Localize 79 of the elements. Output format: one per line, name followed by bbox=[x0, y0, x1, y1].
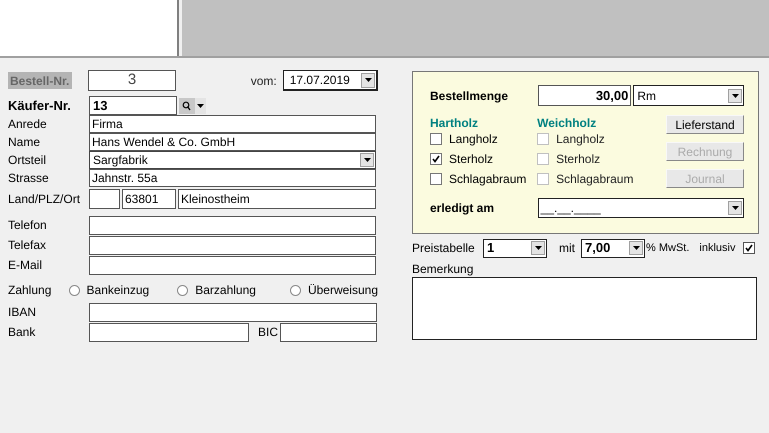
dropdown-button[interactable] bbox=[728, 201, 742, 215]
remark-field[interactable] bbox=[412, 277, 757, 340]
caret-icon bbox=[364, 158, 370, 162]
checkbox-label: Schlagabraum bbox=[449, 171, 526, 188]
field-label: Name bbox=[8, 134, 42, 151]
quantity-field[interactable]: 30,00 bbox=[538, 85, 632, 106]
city-field[interactable]: Kleinostheim bbox=[178, 188, 376, 208]
input-field[interactable]: Firma bbox=[89, 115, 376, 133]
order-number-label: Bestell-Nr. bbox=[8, 72, 72, 89]
checkbox-label: Langholz bbox=[556, 131, 605, 148]
order-number-field[interactable]: 3 bbox=[88, 70, 176, 91]
bic-field[interactable] bbox=[280, 322, 377, 342]
done-date-field[interactable]: __.__.____ bbox=[538, 198, 744, 218]
quantity-label: Bestellmenge bbox=[430, 88, 510, 104]
checkbox[interactable] bbox=[430, 153, 442, 165]
field-label: Anrede bbox=[8, 116, 48, 133]
checkbox-label: Sterholz bbox=[449, 151, 494, 168]
buyer-number-field[interactable]: 13 bbox=[89, 96, 177, 115]
caret-icon bbox=[534, 246, 542, 250]
checkbox-label: Schlagabraum bbox=[556, 171, 634, 188]
country-field[interactable] bbox=[89, 188, 120, 208]
radio-button[interactable] bbox=[290, 284, 301, 296]
radio-button[interactable] bbox=[68, 284, 80, 296]
action-button[interactable]: Lieferstand bbox=[666, 115, 744, 134]
dropdown-button[interactable] bbox=[531, 241, 545, 255]
radio-label: Überweisung bbox=[308, 282, 378, 299]
caret-icon bbox=[364, 78, 372, 82]
input-field[interactable]: Hans Wendel & Co. GmbH bbox=[89, 133, 376, 151]
vat-dropdown[interactable]: 7,00 bbox=[581, 238, 645, 258]
checkbox[interactable] bbox=[430, 133, 442, 145]
dropdown-button[interactable] bbox=[361, 72, 375, 88]
checkbox-label: Langholz bbox=[449, 131, 498, 148]
field-label: Bank bbox=[8, 324, 36, 341]
unit-dropdown[interactable]: Rm bbox=[633, 85, 744, 106]
field-label: Ortsteil bbox=[8, 152, 48, 169]
caret-icon bbox=[732, 94, 738, 98]
caret-icon bbox=[197, 104, 204, 108]
checkbox[interactable] bbox=[430, 173, 442, 185]
caret-icon bbox=[732, 206, 738, 210]
dropdown-button[interactable] bbox=[360, 153, 374, 167]
done-date-label: erledigt am bbox=[430, 200, 496, 217]
field-label: E-Mail bbox=[8, 257, 44, 274]
vat-label: % MwSt. bbox=[646, 240, 690, 256]
dropdown-button[interactable] bbox=[728, 88, 742, 102]
with-label: mit bbox=[559, 240, 575, 257]
date-field[interactable]: 17.07.2019 bbox=[282, 70, 378, 91]
group-heading: Hartholz bbox=[430, 115, 479, 129]
dropdown-button[interactable] bbox=[195, 98, 206, 114]
inclusive-label: inklusiv bbox=[699, 240, 736, 256]
bank-field[interactable] bbox=[89, 322, 249, 342]
remark-label: Bemerkung bbox=[412, 261, 474, 275]
buyer-number-label: Käufer-Nr. bbox=[8, 96, 72, 115]
field-label: Telefax bbox=[8, 237, 48, 254]
field-label: IBAN bbox=[8, 304, 38, 321]
radio-button[interactable] bbox=[177, 284, 188, 296]
field-label: BIC bbox=[258, 324, 280, 341]
input-field[interactable] bbox=[89, 236, 376, 254]
search-icon bbox=[182, 100, 192, 110]
radio-label: Barzahlung bbox=[195, 282, 256, 299]
zip-field[interactable]: 63801 bbox=[122, 188, 176, 208]
iban-field[interactable] bbox=[89, 302, 377, 322]
search-button[interactable] bbox=[179, 98, 195, 114]
input-field[interactable] bbox=[89, 256, 376, 274]
price-table-label: Preistabelle bbox=[412, 240, 476, 257]
checkbox[interactable] bbox=[743, 242, 756, 254]
field-label: Land/PLZ/Ort bbox=[8, 190, 82, 208]
field-label: Strasse bbox=[8, 170, 50, 187]
radio-label: Bankeinzug bbox=[86, 282, 150, 299]
input-field[interactable] bbox=[89, 216, 376, 234]
checkbox-label: Sterholz bbox=[556, 151, 600, 168]
group-heading: Weichholz bbox=[537, 115, 598, 129]
price-table-dropdown[interactable]: 1 bbox=[483, 238, 547, 258]
dropdown-field[interactable]: Sargfabrik bbox=[89, 151, 376, 169]
payment-label: Zahlung bbox=[8, 282, 52, 299]
caret-icon bbox=[632, 246, 640, 250]
field-label: Telefon bbox=[8, 217, 48, 234]
date-label: vom: bbox=[250, 72, 277, 90]
input-field[interactable]: Jahnstr. 55a bbox=[89, 169, 376, 187]
dropdown-button[interactable] bbox=[629, 241, 643, 255]
